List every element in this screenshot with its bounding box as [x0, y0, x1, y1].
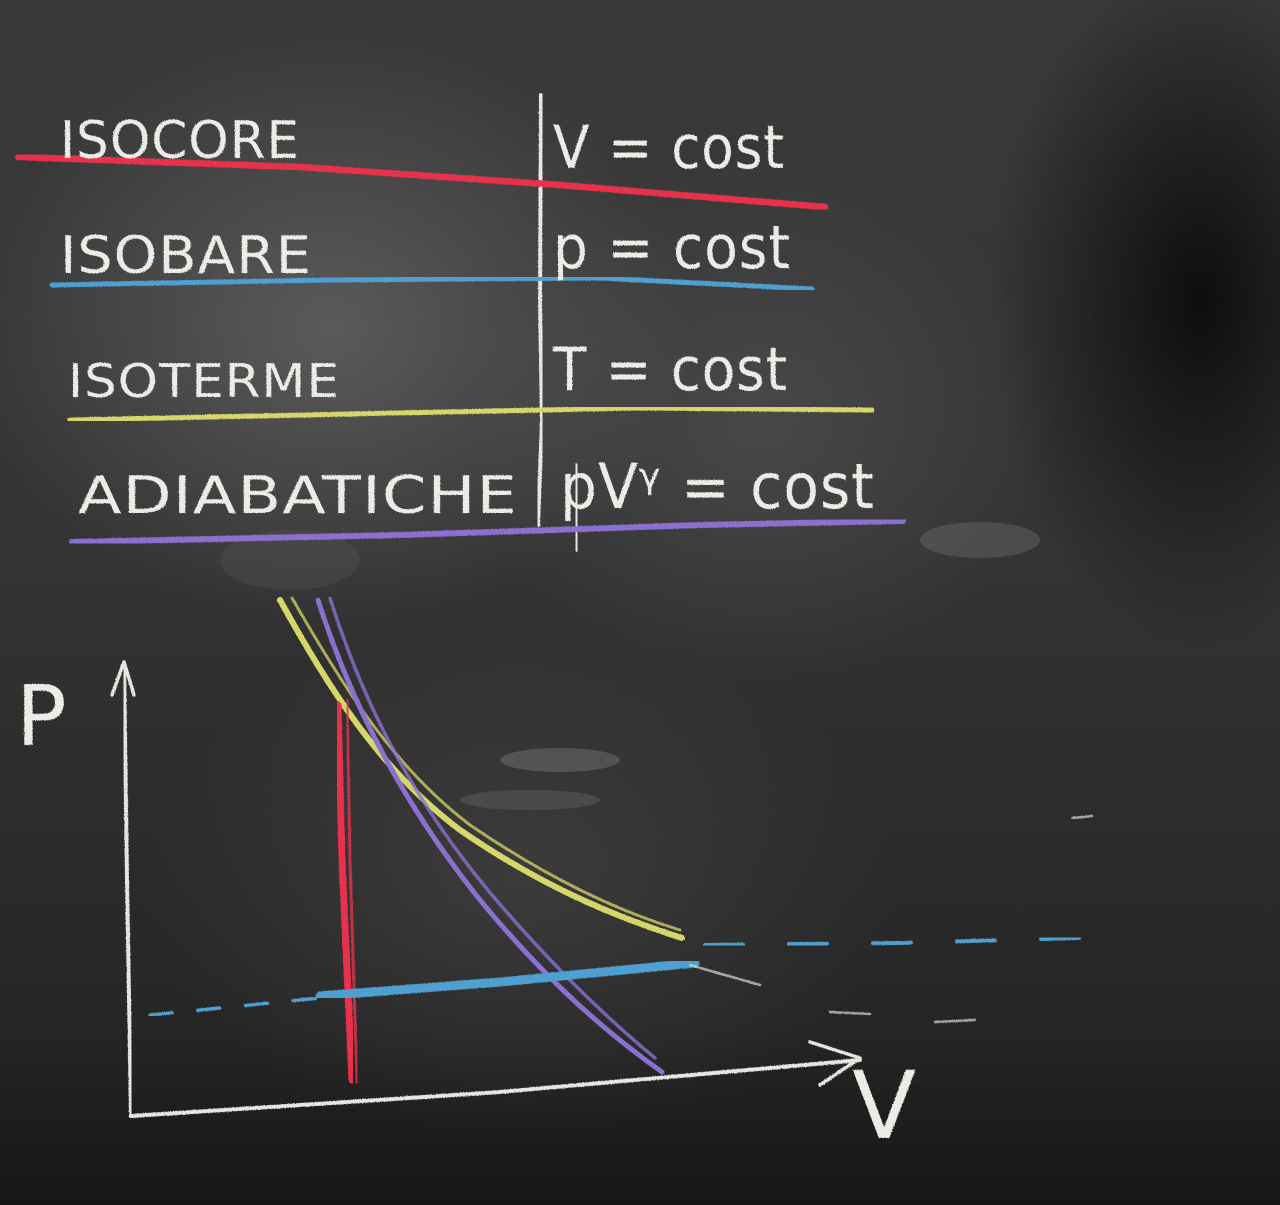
isocore-label: ISOCORE	[60, 111, 300, 171]
table-row-isocore: ISOCORE V = cost	[60, 111, 785, 183]
isobaric-line	[315, 958, 700, 1001]
table-row-isoterme: ISOTERME T = cost	[68, 335, 788, 408]
x-axis-label: V	[852, 1052, 917, 1161]
table-row-adiabatiche: ADIABATICHE pVᵞ = cost	[78, 450, 875, 526]
adiabatiche-label: ADIABATICHE	[78, 466, 518, 526]
adiabatiche-formula: pVᵞ = cost	[560, 450, 875, 523]
isoterme-formula: T = cost	[552, 335, 788, 405]
adiabatic-curve	[315, 597, 665, 1075]
table-row-isobare: ISOBARE p = cost	[60, 213, 791, 286]
chalkboard: ISOCORE V = cost ISOBARE p = cost ISOTER…	[0, 0, 1280, 1205]
isocore-formula: V = cost	[553, 113, 785, 183]
isobaric-dashed-right	[703, 936, 1082, 947]
isobaric-dashed-left	[148, 996, 322, 1017]
chalk-drawing: ISOCORE V = cost ISOBARE p = cost ISOTER…	[14, 93, 1094, 1161]
y-axis	[122, 663, 133, 1118]
pv-diagram: P V	[16, 596, 1094, 1161]
table-divider	[536, 93, 544, 527]
isoterme-label: ISOTERME	[68, 354, 340, 408]
y-axis-label: P	[16, 667, 68, 765]
isoterme-underline	[67, 405, 875, 423]
isobare-label: ISOBARE	[60, 226, 312, 286]
isobare-formula: p = cost	[553, 213, 791, 283]
x-axis	[129, 1058, 862, 1118]
faint-dashes	[688, 814, 1094, 1024]
